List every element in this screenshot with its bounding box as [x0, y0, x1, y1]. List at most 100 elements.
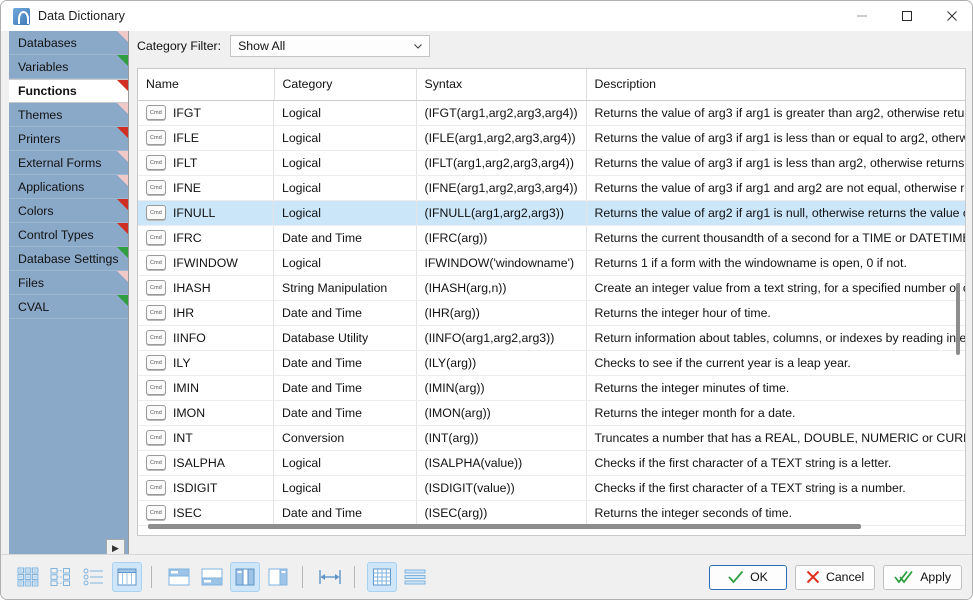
sidebar-item-variables[interactable]: Variables [9, 55, 128, 79]
table-row[interactable]: Cmd ISALPHA Logical (ISALPHA(value)) Checks … [138, 450, 965, 476]
window-controls [839, 1, 972, 31]
table-row[interactable]: Cmd IHR Date and Time (IHR(arg)) Returns the… [138, 300, 965, 326]
layout-right-icon[interactable] [263, 562, 293, 592]
table-row[interactable]: Cmd INT Conversion (INT(arg)) Truncates a nu… [138, 425, 965, 451]
cmd-icon: Cmd [146, 405, 166, 420]
list-view-icon[interactable] [79, 562, 109, 592]
cell-category: Date and Time [274, 300, 417, 326]
table-row[interactable]: Cmd IINFO Database Utility (IINFO(arg1,arg2… [138, 325, 965, 351]
table-row[interactable]: Cmd IFLE Logical (IFLE(arg1,arg2,arg3,arg4)… [138, 125, 965, 151]
sidebar-item-label: Databases [18, 35, 77, 50]
cell-description: Returns the integer hour of time. [586, 300, 965, 326]
close-icon[interactable] [929, 1, 972, 31]
maximize-icon[interactable] [884, 1, 929, 31]
main-panel: Category Filter: Show All Name Category … [137, 35, 966, 545]
function-name-label: IMIN [173, 380, 199, 395]
cancel-button-label: Cancel [825, 570, 865, 584]
sidebar-item-files[interactable]: Files [9, 271, 128, 295]
vertical-scrollbar-thumb[interactable] [956, 283, 960, 355]
table-row[interactable]: Cmd ILY Date and Time (ILY(arg)) Checks to s… [138, 350, 965, 376]
sidebar-item-corner-flag-icon [117, 223, 128, 234]
cell-name: Cmd IFRC [138, 225, 274, 251]
cell-syntax: (IFRC(arg)) [416, 225, 587, 251]
sidebar-item-label: Applications [18, 179, 85, 194]
chevron-down-icon [413, 41, 423, 51]
sidebar-item-label: Colors [18, 203, 54, 218]
grid-view-icon[interactable] [13, 562, 43, 592]
layout-top-icon[interactable] [164, 562, 194, 592]
sidebar-item-functions[interactable]: Functions [9, 79, 128, 103]
column-header-syntax[interactable]: Syntax [416, 69, 587, 101]
cancel-button[interactable]: Cancel [794, 564, 876, 590]
vertical-scrollbar[interactable] [952, 101, 963, 505]
table-row[interactable]: Cmd IFNE Logical (IFNE(arg1,arg2,arg3,arg4)… [138, 175, 965, 201]
function-name-label: IFNULL [173, 205, 216, 220]
category-filter-select[interactable]: Show All [230, 35, 431, 57]
sidebar-item-label: Files [18, 275, 44, 290]
layout-bottom-icon[interactable] [197, 562, 227, 592]
sidebar-item-applications[interactable]: Applications [9, 175, 128, 199]
function-name-label: ILY [173, 355, 191, 370]
rows-icon[interactable] [400, 562, 430, 592]
sidebar-item-corner-flag-icon [117, 247, 128, 258]
function-name-label: IFLT [173, 155, 198, 170]
sidebar-item-colors[interactable]: Colors [9, 199, 128, 223]
sidebar-item-printers[interactable]: Printers [9, 127, 128, 151]
horizontal-scrollbar-thumb[interactable] [148, 524, 861, 529]
data-dictionary-window: Data Dictionary Databases Variables Functi… [0, 0, 973, 600]
gridlines-icon[interactable] [367, 562, 397, 592]
table-row[interactable]: Cmd IMON Date and Time (IMON(arg)) Returns t… [138, 400, 965, 426]
cell-category: Logical [274, 450, 417, 476]
cmd-icon: Cmd [146, 305, 166, 320]
cell-name: Cmd IINFO [138, 325, 274, 351]
sidebar-filler [9, 319, 128, 556]
table-row[interactable]: Cmd IFRC Date and Time (IFRC(arg)) Returns t… [138, 225, 965, 251]
category-filter-bar: Category Filter: Show All [137, 35, 966, 57]
sidebar-item-label: External Forms [18, 155, 102, 170]
table-row[interactable]: Cmd IHASH String Manipulation (IHASH(arg,n)… [138, 275, 965, 301]
app-icon [13, 7, 30, 25]
table-row[interactable]: Cmd IFLT Logical (IFLT(arg1,arg2,arg3,arg4)… [138, 150, 965, 176]
minimize-icon[interactable] [839, 1, 884, 31]
ok-button[interactable]: OK [708, 564, 787, 590]
table-row[interactable]: Cmd IFNULL Logical (IFNULL(arg1,arg2,arg3))… [138, 200, 965, 226]
apply-button-label: Apply [920, 570, 951, 584]
sidebar-item-database-settings[interactable]: Database Settings [9, 247, 128, 271]
cell-syntax: IFWINDOW('windowname') [416, 250, 587, 276]
horizontal-scrollbar[interactable] [139, 519, 951, 533]
cell-category: String Manipulation [274, 275, 417, 301]
cell-description: Return information about tables, columns… [586, 325, 965, 351]
cell-name: Cmd IFWINDOW [138, 250, 274, 276]
layout-left-icon[interactable] [230, 562, 260, 592]
table-header-row: Name Category Syntax Description [138, 69, 965, 101]
apply-button[interactable]: Apply [883, 564, 962, 590]
column-header-category[interactable]: Category [274, 69, 417, 101]
sidebar-item-label: CVAL [18, 299, 50, 314]
cell-category: Logical [274, 100, 417, 126]
bottom-toolbar: OK Cancel Apply [1, 554, 972, 599]
cell-syntax: (IHASH(arg,n)) [416, 275, 587, 301]
fit-width-icon[interactable] [315, 562, 345, 592]
sidebar-item-databases[interactable]: Databases [9, 31, 128, 55]
column-header-name[interactable]: Name [138, 69, 275, 101]
table-row[interactable]: Cmd IFWINDOW Logical IFWINDOW('windowname')… [138, 250, 965, 276]
table-view-icon[interactable] [112, 562, 142, 592]
cell-name: Cmd IFNE [138, 175, 274, 201]
sidebar-item-themes[interactable]: Themes [9, 103, 128, 127]
double-check-icon [894, 570, 914, 584]
dialog-buttons: OK Cancel Apply [708, 564, 962, 590]
table-row[interactable]: Cmd ISDIGIT Logical (ISDIGIT(value)) Checks … [138, 475, 965, 501]
sidebar-expand-arrow-icon: ▶ [112, 543, 119, 553]
sidebar-item-cval[interactable]: CVAL [9, 295, 128, 319]
sidebar-item-external-forms[interactable]: External Forms [9, 151, 128, 175]
table-row[interactable]: Cmd IFGT Logical (IFGT(arg1,arg2,arg3,arg4)… [138, 100, 965, 126]
sidebar-item-corner-flag-icon [117, 127, 128, 138]
sidebar-item-label: Printers [18, 131, 61, 146]
sidebar-item-control-types[interactable]: Control Types [9, 223, 128, 247]
table-row[interactable]: Cmd IMIN Date and Time (IMIN(arg)) Returns t… [138, 375, 965, 401]
cell-description: Returns the value of arg3 if arg1 and ar… [586, 175, 965, 201]
ok-button-label: OK [750, 570, 768, 584]
tree-view-icon[interactable] [46, 562, 76, 592]
column-header-description[interactable]: Description [586, 69, 965, 101]
check-icon [728, 570, 744, 584]
